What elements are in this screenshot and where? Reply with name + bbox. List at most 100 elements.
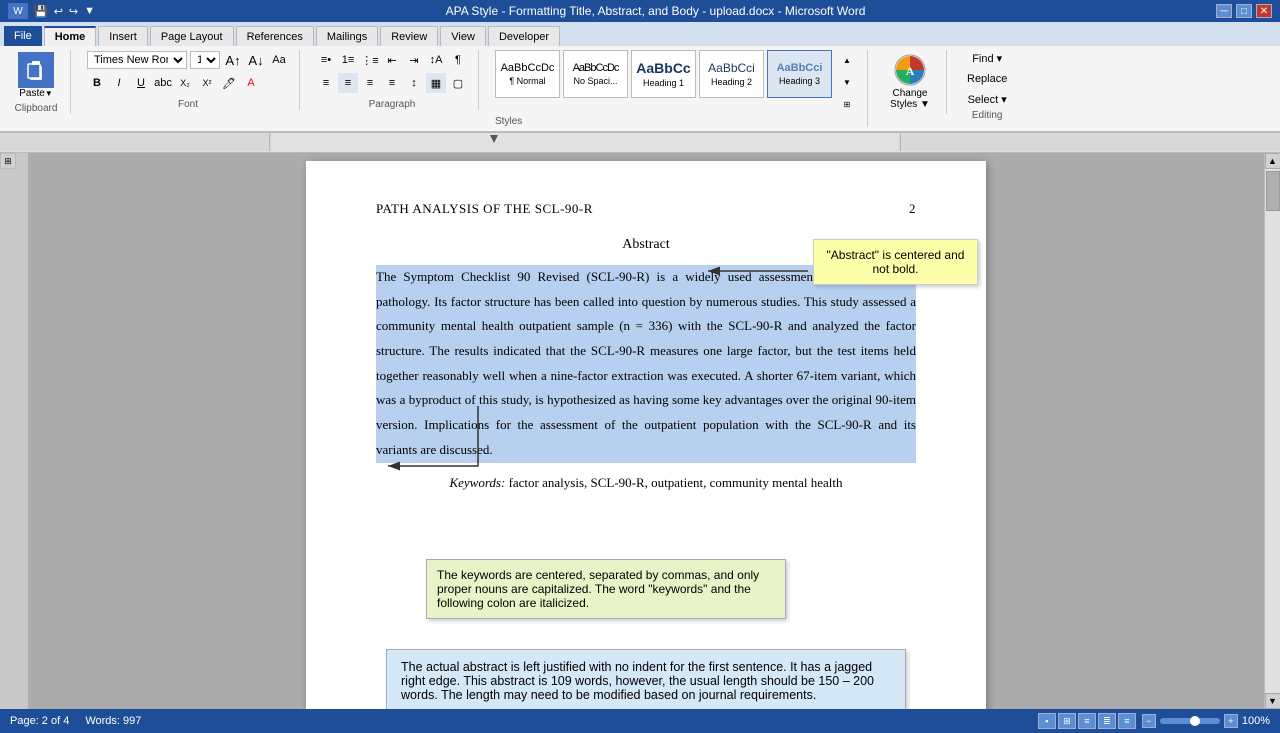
line-spacing-button[interactable]: ↕ xyxy=(404,73,424,93)
font-grow-button[interactable]: A↑ xyxy=(223,50,243,70)
keywords-text: factor analysis, SCL-90-R, outpatient, c… xyxy=(505,475,842,490)
text-highlight-button[interactable]: 🖊 xyxy=(219,73,239,93)
styles-scroll: ▲ ▼ ⊞ xyxy=(837,50,857,114)
style-heading3[interactable]: AaBbCci Heading 3 xyxy=(767,50,832,98)
style-nospace-label: No Spaci... xyxy=(573,76,617,86)
clear-format-button[interactable]: Aa xyxy=(269,50,289,70)
ruler xyxy=(0,133,1280,153)
bullets-button[interactable]: ≡• xyxy=(316,50,336,70)
border-button[interactable]: ▢ xyxy=(448,73,468,93)
window-icon: W xyxy=(8,3,28,19)
view-select-button[interactable]: ⊞ xyxy=(0,153,16,169)
bold-button[interactable]: B xyxy=(87,73,107,93)
align-right-button[interactable]: ≡ xyxy=(360,73,380,93)
tab-developer[interactable]: Developer xyxy=(488,26,560,46)
font-shrink-button[interactable]: A↓ xyxy=(246,50,266,70)
multilevel-button[interactable]: ⋮≡ xyxy=(360,50,380,70)
ribbon-tabs: File Home Insert Page Layout References … xyxy=(0,22,1280,46)
replace-button-label: Replace xyxy=(967,73,1007,85)
align-left-button[interactable]: ≡ xyxy=(316,73,336,93)
numbering-button[interactable]: 1≡ xyxy=(338,50,358,70)
zoom-level: 100% xyxy=(1242,715,1270,727)
close-button[interactable]: ✕ xyxy=(1256,4,1272,18)
show-formatting-button[interactable]: ¶ xyxy=(448,50,468,70)
tab-insert[interactable]: Insert xyxy=(98,26,148,46)
font-section: Times New Rom 12 A↑ A↓ Aa B I U abc X₂ X… xyxy=(83,50,300,110)
style-normal[interactable]: AaBbCcDc ¶ Normal xyxy=(495,50,560,98)
draft-button[interactable]: ≡ xyxy=(1118,713,1136,729)
scroll-down-button[interactable]: ▼ xyxy=(1265,693,1280,709)
select-button-label: Select ▾ xyxy=(968,93,1007,106)
tab-mailings[interactable]: Mailings xyxy=(316,26,378,46)
print-layout-button[interactable]: ▪ xyxy=(1038,713,1056,729)
quick-access-toolbar: 💾 ↩ ↪ ▼ xyxy=(34,5,95,18)
keywords-label: Keywords: xyxy=(449,475,505,490)
style-normal-label: ¶ Normal xyxy=(509,76,545,86)
view-mode-buttons: ▪ ⊞ ≡ ≣ ≡ xyxy=(1038,713,1136,729)
tab-file[interactable]: File xyxy=(4,26,42,46)
scroll-thumb[interactable] xyxy=(1266,171,1280,211)
zoom-slider[interactable] xyxy=(1160,718,1220,724)
change-styles-button[interactable]: A ChangeStyles ▼ xyxy=(884,50,936,112)
styles-expand[interactable]: ⊞ xyxy=(837,94,857,114)
web-layout-button[interactable]: ≡ xyxy=(1078,713,1096,729)
subscript-button[interactable]: X₂ xyxy=(175,73,195,93)
replace-button[interactable]: Replace xyxy=(963,71,1011,87)
page-number: 2 xyxy=(909,201,916,217)
paste-icon xyxy=(18,52,54,88)
align-center-button[interactable]: ≡ xyxy=(338,73,358,93)
superscript-button[interactable]: X² xyxy=(197,73,217,93)
window-controls[interactable]: ─ □ ✕ xyxy=(1216,4,1272,18)
minimize-button[interactable]: ─ xyxy=(1216,4,1232,18)
paragraph-section: ≡• 1≡ ⋮≡ ⇤ ⇥ ↕A ¶ ≡ ≡ ≡ ≡ ↕ ▦ ▢ Paragrap… xyxy=(312,50,479,110)
document-scroll[interactable]: PATH ANALYSIS OF THE SCL-90-R 2 Abstract… xyxy=(28,153,1264,709)
word-count: Words: 997 xyxy=(85,715,141,727)
tab-home[interactable]: Home xyxy=(44,26,97,46)
decrease-indent-button[interactable]: ⇤ xyxy=(382,50,402,70)
select-button[interactable]: Select ▾ xyxy=(963,91,1011,108)
outline-button[interactable]: ≣ xyxy=(1098,713,1116,729)
maximize-button[interactable]: □ xyxy=(1236,4,1252,18)
status-right: ▪ ⊞ ≡ ≣ ≡ − + 100% xyxy=(1038,713,1270,729)
font-color-button[interactable]: A xyxy=(241,73,261,93)
change-styles-section: A ChangeStyles ▼ xyxy=(880,50,947,114)
styles-section: AaBbCcDc ¶ Normal AaBbCcDc No Spaci... A… xyxy=(491,50,868,127)
paste-button[interactable]: Paste ▼ xyxy=(12,50,60,101)
status-left: Page: 2 of 4 Words: 997 xyxy=(10,715,141,727)
style-heading1[interactable]: AaBbCc Heading 1 xyxy=(631,50,696,98)
font-name-selector[interactable]: Times New Rom xyxy=(87,51,187,69)
bottom-annotation: The actual abstract is left justified wi… xyxy=(386,649,906,709)
style-h3-preview: AaBbCci xyxy=(777,62,823,74)
find-button[interactable]: Find ▾ xyxy=(963,50,1011,67)
zoom-in-button[interactable]: + xyxy=(1224,714,1238,728)
sort-button[interactable]: ↕A xyxy=(426,50,446,70)
zoom-out-button[interactable]: − xyxy=(1142,714,1156,728)
underline-button[interactable]: U xyxy=(131,73,151,93)
tab-references[interactable]: References xyxy=(236,26,314,46)
scroll-up-button[interactable]: ▲ xyxy=(1265,153,1280,169)
page-header: PATH ANALYSIS OF THE SCL-90-R 2 xyxy=(376,201,916,217)
abstract-body[interactable]: The Symptom Checklist 90 Revised (SCL-90… xyxy=(376,265,916,463)
strikethrough-button[interactable]: abc xyxy=(153,73,173,93)
font-size-selector[interactable]: 12 xyxy=(190,51,220,69)
fullscreen-button[interactable]: ⊞ xyxy=(1058,713,1076,729)
styles-scroll-down[interactable]: ▼ xyxy=(837,72,857,92)
editing-label: Editing xyxy=(972,110,1003,121)
title-bar: W 💾 ↩ ↪ ▼ APA Style - Formatting Title, … xyxy=(0,0,1280,22)
tab-review[interactable]: Review xyxy=(380,26,438,46)
shading-button[interactable]: ▦ xyxy=(426,73,446,93)
clipboard-section: Paste ▼ Clipboard xyxy=(8,50,71,114)
abstract-annotation: "Abstract" is centered and not bold. xyxy=(813,239,978,285)
justify-button[interactable]: ≡ xyxy=(382,73,402,93)
style-nospace[interactable]: AaBbCcDc No Spaci... xyxy=(563,50,628,98)
tab-pagelayout[interactable]: Page Layout xyxy=(150,26,234,46)
increase-indent-button[interactable]: ⇥ xyxy=(404,50,424,70)
editing-section: Find ▾ Replace Select ▾ Editing xyxy=(959,50,1021,121)
page-info: Page: 2 of 4 xyxy=(10,715,69,727)
font-label: Font xyxy=(178,99,198,110)
italic-button[interactable]: I xyxy=(109,73,129,93)
zoom-bar: − + 100% xyxy=(1142,714,1270,728)
style-heading2[interactable]: AaBbCci Heading 2 xyxy=(699,50,764,98)
tab-view[interactable]: View xyxy=(440,26,486,46)
styles-scroll-up[interactable]: ▲ xyxy=(837,50,857,70)
